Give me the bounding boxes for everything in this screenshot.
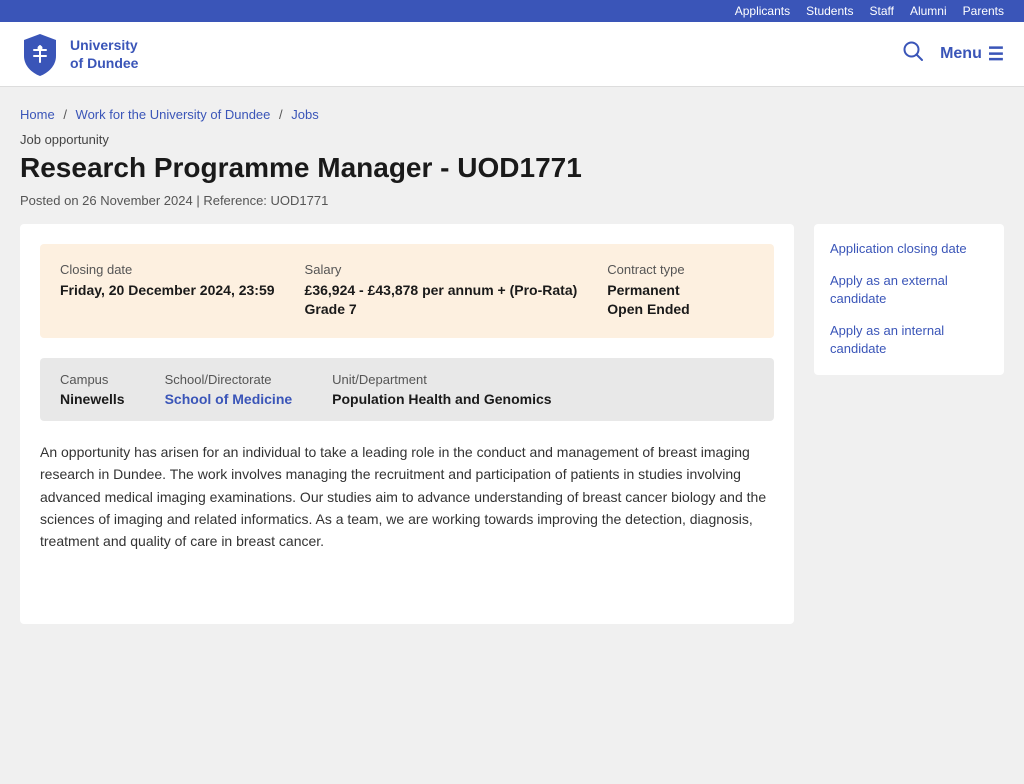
closing-date-label: Closing date bbox=[60, 262, 275, 277]
contract-value: Permanent bbox=[607, 281, 689, 301]
page-title: Research Programme Manager - UOD1771 bbox=[20, 151, 1004, 185]
campus-col: Campus Ninewells bbox=[60, 372, 125, 407]
grade-value: Grade 7 bbox=[305, 300, 578, 320]
breadcrumb-sep2: / bbox=[279, 107, 286, 122]
utility-students[interactable]: Students bbox=[806, 4, 853, 18]
university-name: University of Dundee bbox=[70, 36, 138, 72]
campus-value: Ninewells bbox=[60, 391, 125, 407]
closing-date-col: Closing date Friday, 20 December 2024, 2… bbox=[60, 262, 275, 320]
salary-col: Salary £36,924 - £43,878 per annum + (Pr… bbox=[305, 262, 578, 320]
closing-date-value: Friday, 20 December 2024, 23:59 bbox=[60, 281, 275, 301]
job-header: Job opportunity Research Programme Manag… bbox=[20, 132, 1004, 208]
school-label: School/Directorate bbox=[165, 372, 293, 387]
school-col: School/Directorate School of Medicine bbox=[165, 372, 293, 407]
apply-internal-link[interactable]: Apply as an internal candidate bbox=[830, 322, 988, 358]
breadcrumb-jobs[interactable]: Jobs bbox=[291, 107, 318, 122]
site-header: University of Dundee Menu ☰ bbox=[0, 22, 1024, 87]
main-content: Closing date Friday, 20 December 2024, 2… bbox=[20, 224, 794, 624]
contract-sub: Open Ended bbox=[607, 300, 689, 320]
campus-box: Campus Ninewells School/Directorate Scho… bbox=[40, 358, 774, 421]
unit-label: Unit/Department bbox=[332, 372, 551, 387]
search-icon bbox=[902, 40, 924, 62]
search-button[interactable] bbox=[902, 40, 924, 68]
utility-alumni[interactable]: Alumni bbox=[910, 4, 947, 18]
utility-parents[interactable]: Parents bbox=[963, 4, 1004, 18]
page-wrapper: Home / Work for the University of Dundee… bbox=[0, 87, 1024, 781]
unit-col: Unit/Department Population Health and Ge… bbox=[332, 372, 551, 407]
application-closing-date-link[interactable]: Application closing date bbox=[830, 240, 988, 258]
school-value: School of Medicine bbox=[165, 391, 293, 407]
unit-value: Population Health and Genomics bbox=[332, 391, 551, 407]
university-logo-icon bbox=[20, 32, 60, 76]
utility-staff[interactable]: Staff bbox=[869, 4, 893, 18]
salary-label: Salary bbox=[305, 262, 578, 277]
salary-value: £36,924 - £43,878 per annum + (Pro-Rata) bbox=[305, 281, 578, 301]
job-description: An opportunity has arisen for an individ… bbox=[40, 441, 774, 553]
job-meta: Posted on 26 November 2024 | Reference: … bbox=[20, 193, 1004, 208]
school-link[interactable]: School of Medicine bbox=[165, 391, 293, 407]
job-info-box: Closing date Friday, 20 December 2024, 2… bbox=[40, 244, 774, 338]
contract-col: Contract type Permanent Open Ended bbox=[607, 262, 689, 320]
utility-applicants[interactable]: Applicants bbox=[735, 4, 790, 18]
campus-label: Campus bbox=[60, 372, 125, 387]
content-layout: Closing date Friday, 20 December 2024, 2… bbox=[20, 224, 1004, 624]
breadcrumb-sep1: / bbox=[63, 107, 70, 122]
apply-external-link[interactable]: Apply as an external candidate bbox=[830, 272, 988, 308]
breadcrumb-work[interactable]: Work for the University of Dundee bbox=[76, 107, 271, 122]
sidebar: Application closing date Apply as an ext… bbox=[814, 224, 1004, 375]
breadcrumb: Home / Work for the University of Dundee… bbox=[20, 107, 1004, 122]
menu-button[interactable]: Menu ☰ bbox=[940, 44, 1004, 65]
utility-bar: Applicants Students Staff Alumni Parents bbox=[0, 0, 1024, 22]
breadcrumb-home[interactable]: Home bbox=[20, 107, 55, 122]
contract-label: Contract type bbox=[607, 262, 689, 277]
logo-area: University of Dundee bbox=[20, 32, 138, 76]
job-category: Job opportunity bbox=[20, 132, 1004, 147]
menu-label: Menu bbox=[940, 45, 982, 63]
header-actions: Menu ☰ bbox=[902, 40, 1004, 68]
hamburger-icon: ☰ bbox=[988, 44, 1004, 65]
